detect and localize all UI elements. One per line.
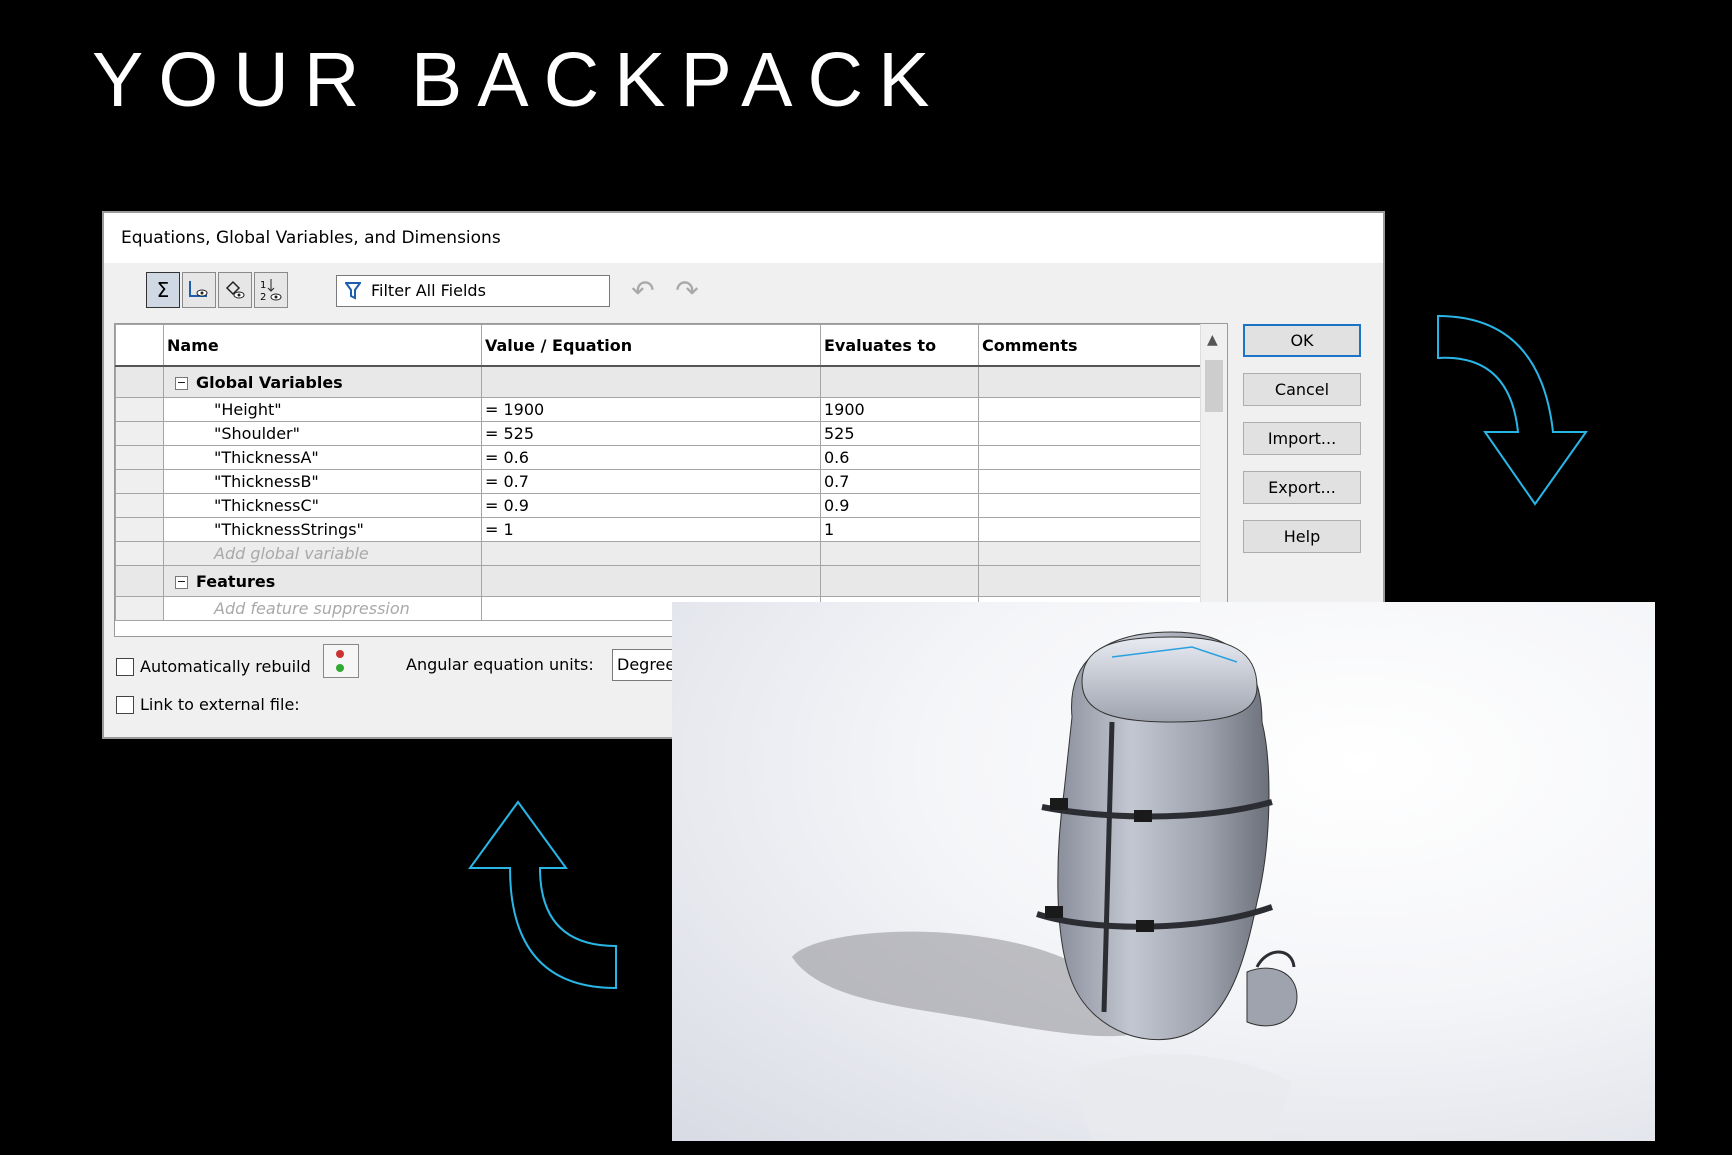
column-header-name[interactable]: Name bbox=[163, 324, 482, 367]
table-row[interactable]: "Height" = 1900 1900 bbox=[115, 397, 1202, 422]
add-global-variable-row[interactable]: Add global variable bbox=[115, 541, 1202, 566]
variable-comment[interactable] bbox=[978, 421, 1202, 446]
scrollbar-thumb[interactable] bbox=[1205, 360, 1223, 412]
variable-comment[interactable] bbox=[978, 469, 1202, 494]
link-external-checkbox[interactable] bbox=[116, 696, 134, 714]
undo-icon[interactable]: ↶ bbox=[626, 275, 660, 307]
ok-button[interactable]: OK bbox=[1243, 324, 1361, 357]
column-header-comments[interactable]: Comments bbox=[978, 324, 1202, 367]
collapse-icon[interactable]: − bbox=[175, 575, 188, 589]
variable-comment[interactable] bbox=[978, 517, 1202, 542]
add-feature-suppression-cell[interactable]: Add feature suppression bbox=[163, 596, 482, 621]
table-row[interactable]: "ThicknessC" = 0.9 0.9 bbox=[115, 493, 1202, 518]
slide-title: YOUR BACKPACK bbox=[92, 37, 945, 123]
variable-evaluates: 1 bbox=[820, 517, 979, 542]
auto-rebuild-checkbox[interactable] bbox=[116, 658, 134, 676]
redo-icon[interactable]: ↷ bbox=[670, 275, 704, 307]
variable-value[interactable]: = 1 bbox=[481, 517, 821, 542]
variable-value[interactable]: = 0.9 bbox=[481, 493, 821, 518]
group-label: Features bbox=[196, 571, 276, 591]
dialog-title: Equations, Global Variables, and Dimensi… bbox=[121, 228, 501, 248]
help-button[interactable]: Help bbox=[1243, 520, 1361, 553]
backpack-render bbox=[672, 602, 1655, 1141]
table-row[interactable]: "ThicknessStrings" = 1 1 bbox=[115, 517, 1202, 542]
group-label: Global Variables bbox=[196, 372, 343, 392]
table-row[interactable]: "Shoulder" = 525 525 bbox=[115, 421, 1202, 446]
group-row-global-variables[interactable]: − Global Variables bbox=[115, 365, 1202, 398]
curved-arrow-down-icon bbox=[1437, 314, 1588, 506]
table-row[interactable]: "ThicknessB" = 0.7 0.7 bbox=[115, 469, 1202, 494]
variable-comment[interactable] bbox=[978, 493, 1202, 518]
auto-rebuild-label: Automatically rebuild bbox=[140, 657, 311, 676]
collapse-icon[interactable]: − bbox=[175, 376, 188, 390]
cancel-button[interactable]: Cancel bbox=[1243, 373, 1361, 406]
variable-comment[interactable] bbox=[978, 397, 1202, 422]
variable-evaluates: 525 bbox=[820, 421, 979, 446]
variable-evaluates: 0.6 bbox=[820, 445, 979, 470]
variable-name[interactable]: "Shoulder" bbox=[163, 421, 482, 446]
variable-evaluates: 1900 bbox=[820, 397, 979, 422]
filter-input[interactable]: Filter All Fields bbox=[336, 275, 610, 307]
curved-arrow-up-icon bbox=[468, 800, 617, 990]
ordered-view-icon[interactable]: 12 bbox=[254, 272, 288, 308]
variable-evaluates: 0.9 bbox=[820, 493, 979, 518]
variable-comment[interactable] bbox=[978, 445, 1202, 470]
equations-table: Name Value / Equation Evaluates to Comme… bbox=[114, 323, 1228, 637]
variable-name[interactable]: "ThicknessA" bbox=[163, 445, 482, 470]
svg-text:2: 2 bbox=[260, 292, 266, 303]
table-corner[interactable] bbox=[115, 324, 164, 367]
rebuild-traffic-light-icon[interactable] bbox=[323, 644, 359, 678]
variable-value[interactable]: = 0.6 bbox=[481, 445, 821, 470]
equation-view-icon[interactable]: Σ bbox=[146, 272, 180, 308]
add-global-variable-cell[interactable]: Add global variable bbox=[163, 541, 482, 566]
column-header-value[interactable]: Value / Equation bbox=[481, 324, 821, 367]
table-row[interactable]: "ThicknessA" = 0.6 0.6 bbox=[115, 445, 1202, 470]
variable-value[interactable]: = 1900 bbox=[481, 397, 821, 422]
variable-name[interactable]: "ThicknessC" bbox=[163, 493, 482, 518]
variable-value[interactable]: = 0.7 bbox=[481, 469, 821, 494]
filter-placeholder: Filter All Fields bbox=[371, 281, 486, 300]
angular-units-label: Angular equation units: bbox=[406, 655, 594, 674]
import-button[interactable]: Import... bbox=[1243, 422, 1361, 455]
link-external-label: Link to external file: bbox=[140, 695, 300, 714]
backpack-model-image bbox=[792, 631, 1298, 1141]
vertical-scrollbar[interactable]: ▲ bbox=[1200, 324, 1227, 636]
svg-text:1: 1 bbox=[260, 280, 266, 291]
sketch-equation-view-icon[interactable] bbox=[182, 272, 216, 308]
dimension-view-icon[interactable] bbox=[218, 272, 252, 308]
column-header-evaluates[interactable]: Evaluates to bbox=[820, 324, 979, 367]
filter-funnel-icon bbox=[345, 282, 361, 300]
variable-evaluates: 0.7 bbox=[820, 469, 979, 494]
variable-name[interactable]: "ThicknessStrings" bbox=[163, 517, 482, 542]
export-button[interactable]: Export... bbox=[1243, 471, 1361, 504]
scroll-up-icon[interactable]: ▲ bbox=[1207, 332, 1218, 348]
variable-value[interactable]: = 525 bbox=[481, 421, 821, 446]
variable-name[interactable]: "ThicknessB" bbox=[163, 469, 482, 494]
group-row-features[interactable]: − Features bbox=[115, 565, 1202, 597]
variable-name[interactable]: "Height" bbox=[163, 397, 482, 422]
